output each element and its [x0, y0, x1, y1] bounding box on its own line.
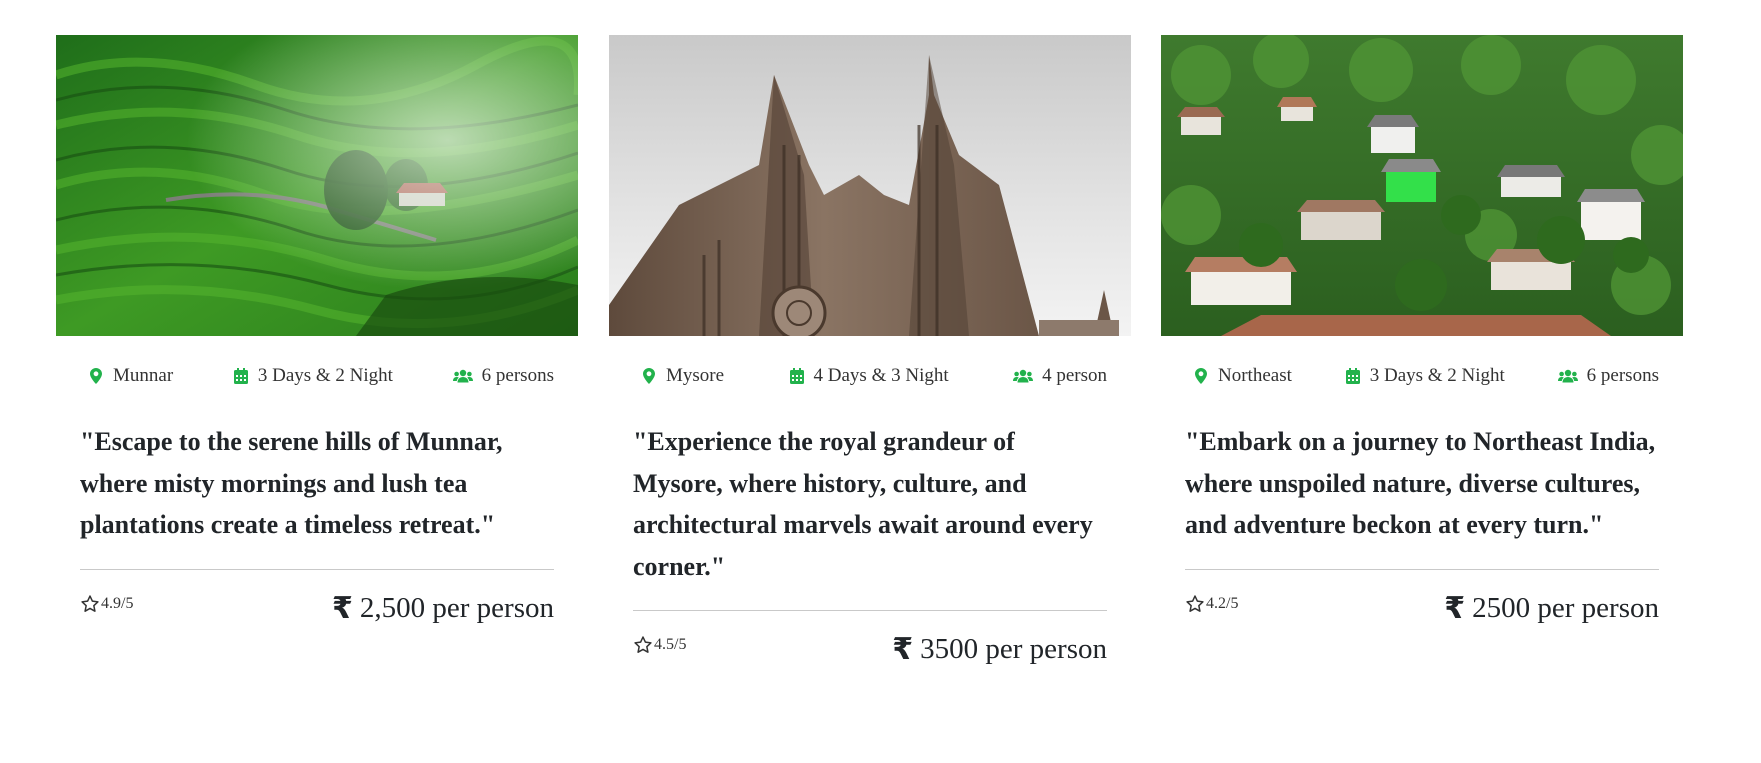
- users-icon: [452, 367, 473, 385]
- tour-card[interactable]: Northeast 3 Days & 2 Night 6 persons "Em…: [1161, 35, 1683, 626]
- rupee-icon: ₹: [892, 632, 914, 667]
- star-outline-icon: [634, 636, 652, 653]
- tour-meta: Munnar 3 Days & 2 Night 6 persons: [56, 363, 578, 389]
- rating-value: 4.2/5: [1206, 594, 1239, 612]
- meta-duration: 3 Days & 2 Night: [233, 365, 393, 387]
- cathedral-image: [609, 35, 1131, 336]
- tour-footer: 4.2/5 ₹ 2500 per person: [1185, 591, 1659, 626]
- rating: 4.5/5: [633, 635, 686, 655]
- divider: [1185, 568, 1659, 570]
- tour-photo-mysore[interactable]: [609, 35, 1131, 336]
- meta-persons: 6 persons: [452, 365, 554, 387]
- location-label: Munnar: [113, 365, 174, 386]
- rating: 4.9/5: [80, 594, 133, 614]
- calendar-icon: [789, 367, 805, 385]
- duration-label: 4 Days & 3 Night: [813, 365, 949, 386]
- rating-value: 4.9/5: [101, 594, 134, 612]
- tour-description: "Escape to the serene hills of Munnar, w…: [80, 427, 503, 539]
- users-icon: [1557, 367, 1578, 385]
- tour-body: "Escape to the serene hills of Munnar, w…: [56, 421, 578, 626]
- persons-label: 6 persons: [481, 365, 554, 386]
- tour-description: "Embark on a journey to Northeast India,…: [1185, 427, 1656, 539]
- price-value: 2500 per person: [1472, 591, 1659, 624]
- tour-card[interactable]: Munnar 3 Days & 2 Night 6 persons "Escap…: [56, 35, 578, 626]
- tour-meta: Mysore 4 Days & 3 Night 4 person: [609, 363, 1131, 389]
- calendar-icon: [233, 367, 249, 385]
- location-label: Mysore: [666, 365, 725, 386]
- tour-body: "Experience the royal grandeur of Mysore…: [609, 421, 1131, 667]
- tour-meta: Northeast 3 Days & 2 Night 6 persons: [1161, 363, 1683, 389]
- tour-photo-munnar[interactable]: [56, 35, 578, 336]
- rating: 4.2/5: [1185, 594, 1238, 614]
- meta-duration: 3 Days & 2 Night: [1345, 365, 1505, 387]
- tour-packages-section: Munnar 3 Days & 2 Night 6 persons "Escap…: [0, 0, 1761, 763]
- persons-label: 6 persons: [1586, 365, 1659, 386]
- price: ₹ 2500 per person: [1444, 591, 1659, 626]
- duration-label: 3 Days & 2 Night: [257, 365, 393, 386]
- meta-location: Northeast: [1193, 365, 1292, 387]
- persons-label: 4 person: [1042, 365, 1107, 386]
- meta-location: Munnar: [88, 365, 173, 387]
- village-image: [1161, 35, 1683, 336]
- rupee-icon: ₹: [332, 590, 353, 626]
- tea-plantation-image: [56, 35, 578, 336]
- rating-value: 4.5/5: [654, 636, 687, 653]
- map-pin-icon: [1193, 367, 1209, 385]
- rupee-icon: ₹: [1444, 590, 1466, 626]
- location-label: Northeast: [1218, 365, 1292, 386]
- tour-card[interactable]: Mysore 4 Days & 3 Night 4 person "Experi…: [609, 35, 1131, 667]
- map-pin-icon: [88, 367, 104, 385]
- tour-description: "Experience the royal grandeur of Mysore…: [633, 427, 1093, 581]
- duration-label: 3 Days & 2 Night: [1369, 365, 1505, 386]
- users-icon: [1013, 367, 1034, 385]
- price-value: 2,500 per person: [359, 591, 554, 624]
- star-outline-icon: [81, 594, 99, 612]
- calendar-icon: [1345, 367, 1361, 385]
- meta-persons: 4 person: [1013, 365, 1107, 387]
- price: ₹ 3500 per person: [892, 632, 1107, 667]
- meta-duration: 4 Days & 3 Night: [789, 365, 949, 387]
- star-outline-icon: [1186, 594, 1204, 612]
- divider: [80, 568, 554, 570]
- meta-persons: 6 persons: [1557, 365, 1659, 387]
- tour-body: "Embark on a journey to Northeast India,…: [1161, 421, 1683, 626]
- tour-footer: 4.5/5 ₹ 3500 per person: [633, 632, 1107, 667]
- price: ₹ 2,500 per person: [332, 591, 554, 626]
- meta-location: Mysore: [641, 365, 724, 387]
- price-value: 3500 per person: [920, 633, 1107, 665]
- divider: [633, 610, 1107, 611]
- map-pin-icon: [641, 367, 657, 385]
- tour-footer: 4.9/5 ₹ 2,500 per person: [80, 591, 554, 626]
- tour-photo-northeast[interactable]: [1161, 35, 1683, 336]
